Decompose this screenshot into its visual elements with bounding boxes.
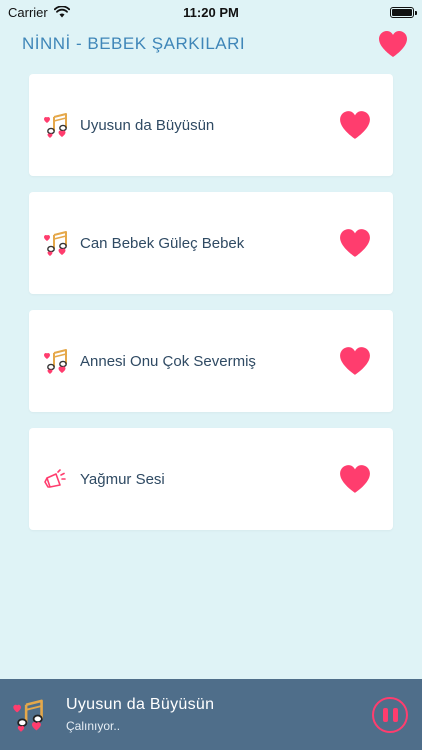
pause-icon <box>392 707 398 722</box>
music-note-hearts-icon <box>13 699 43 732</box>
app-screen: Carrier 11:20 PM NİNNİ - BEBEK ŞARKILARI <box>0 0 422 750</box>
song-label: Can Bebek Güleç Bebek <box>80 234 245 252</box>
now-playing-title: Uyusun da Büyüsün <box>66 696 215 713</box>
song-label: Annesi Onu Çok Severmiş <box>80 352 256 370</box>
song-label: Uyusun da Büyüsün <box>80 116 215 134</box>
music-note-hearts-icon <box>44 231 67 256</box>
status-bar: Carrier 11:20 PM <box>0 0 422 24</box>
song-item[interactable]: Annesi Onu Çok Severmiş <box>29 310 393 412</box>
now-playing-status: Çalınıyor.. <box>66 719 121 733</box>
music-note-hearts-icon <box>44 349 67 374</box>
music-note-hearts-icon <box>44 113 67 138</box>
heart-icon[interactable] <box>337 227 373 259</box>
song-label: Yağmur Sesi <box>80 470 165 488</box>
player-text: Uyusun da Büyüsün Çalınıyor.. <box>66 696 372 733</box>
heart-icon[interactable] <box>337 463 373 495</box>
now-playing-bar[interactable]: Uyusun da Büyüsün Çalınıyor.. <box>0 679 422 750</box>
battery-level <box>392 8 412 16</box>
pause-icon <box>382 707 388 722</box>
heart-icon[interactable] <box>337 109 373 141</box>
song-list: Uyusun da Büyüsün Can Bebek Güleç Bebek <box>29 74 394 546</box>
megaphone-icon <box>44 469 66 488</box>
header: NİNNİ - BEBEK ŞARKILARI <box>0 26 422 62</box>
carrier-label: Carrier <box>8 4 48 20</box>
song-item[interactable]: Uyusun da Büyüsün <box>29 74 393 176</box>
heart-icon[interactable] <box>337 345 373 377</box>
wifi-icon <box>53 6 70 18</box>
pause-button[interactable] <box>372 696 408 733</box>
status-left: Carrier <box>8 5 70 20</box>
song-item[interactable]: Can Bebek Güleç Bebek <box>29 192 393 294</box>
battery-icon <box>390 6 417 18</box>
song-item[interactable]: Yağmur Sesi <box>29 428 393 530</box>
favorites-heart-icon[interactable] <box>376 29 410 59</box>
page-title: NİNNİ - BEBEK ŞARKILARI <box>22 34 246 53</box>
